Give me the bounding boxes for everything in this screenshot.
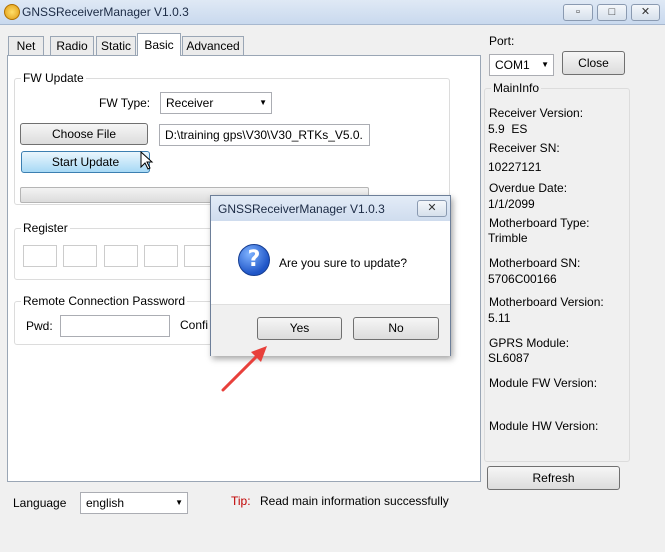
tip-message: Read main information successfully [260, 494, 449, 508]
red-arrow-annotation [221, 346, 267, 392]
main-info-label: MainInfo [491, 81, 542, 95]
receiver-version-value: 5.9 ES [488, 122, 528, 136]
tab-radio[interactable]: Radio [50, 36, 94, 55]
dialog-close-button[interactable]: ✕ [417, 200, 447, 217]
window-title: GNSSReceiverManager V1.0.3 [22, 5, 189, 19]
yes-button[interactable]: Yes [257, 317, 342, 340]
motherboard-version-value: 5.11 [488, 311, 511, 325]
port-value: COM1 [495, 58, 530, 72]
confirm-dialog: GNSSReceiverManager V1.0.3 ✕ ? Are you s… [210, 195, 451, 356]
mouse-cursor-icon [140, 151, 154, 170]
port-select[interactable]: COM1 ▼ [489, 54, 554, 76]
fw-type-select[interactable]: Receiver ▼ [160, 92, 272, 114]
tip-label: Tip: [231, 494, 251, 508]
overdue-date-label: Overdue Date: [489, 181, 568, 195]
chevron-down-icon: ▼ [175, 498, 183, 507]
gprs-module-label: GPRS Module: [489, 336, 570, 350]
close-window-button[interactable]: ✕ [631, 4, 660, 21]
register-label: Register [21, 221, 70, 235]
remote-password-label: Remote Connection Password [21, 294, 188, 308]
gprs-module-value: SL6087 [488, 351, 530, 365]
overdue-date-value: 1/1/2099 [488, 197, 535, 211]
dialog-message: Are you sure to update? [279, 256, 408, 270]
tab-advanced[interactable]: Advanced [182, 36, 244, 55]
tab-static[interactable]: Static [96, 36, 136, 55]
module-fw-version-label: Module FW Version: [489, 376, 598, 390]
choose-file-button[interactable]: Choose File [20, 123, 148, 145]
no-button[interactable]: No [353, 317, 439, 340]
motherboard-type-label: Motherboard Type: [489, 216, 590, 230]
tab-basic[interactable]: Basic [137, 33, 181, 56]
minimize-button[interactable]: ▫ [563, 4, 593, 21]
close-port-button[interactable]: Close [562, 51, 625, 75]
chevron-down-icon: ▼ [541, 60, 549, 69]
question-icon: ? [238, 244, 270, 276]
start-update-button[interactable]: Start Update [21, 151, 150, 173]
tab-net[interactable]: Net [8, 36, 44, 55]
dialog-title: GNSSReceiverManager V1.0.3 [218, 202, 385, 216]
port-label: Port: [489, 34, 515, 48]
register-field[interactable] [144, 245, 178, 267]
pwd-label: Pwd: [26, 319, 53, 333]
chevron-down-icon: ▼ [259, 98, 267, 107]
motherboard-sn-value: 5706C00166 [488, 272, 557, 286]
file-path-field[interactable]: D:\training gps\V30\V30_RTKs_V5.0. [159, 124, 370, 146]
maximize-button[interactable]: □ [597, 4, 627, 21]
fw-update-label: FW Update [21, 71, 86, 85]
fw-type-value: Receiver [166, 96, 214, 110]
app-gear-icon [4, 4, 20, 20]
motherboard-sn-label: Motherboard SN: [489, 256, 581, 270]
receiver-sn-value: 10227121 [488, 160, 542, 174]
motherboard-type-value: Trimble [488, 231, 528, 245]
register-field[interactable] [23, 245, 57, 267]
fw-type-label: FW Type: [99, 96, 151, 110]
pwd-input[interactable] [60, 315, 170, 337]
receiver-version-label: Receiver Version: [489, 106, 584, 120]
language-value: english [86, 496, 125, 510]
register-field[interactable] [104, 245, 138, 267]
confirm-label: Confi [180, 318, 209, 332]
module-hw-version-label: Module HW Version: [489, 419, 599, 433]
language-label: Language [13, 496, 67, 510]
language-select[interactable]: english ▼ [80, 492, 188, 514]
receiver-sn-label: Receiver SN: [489, 141, 560, 155]
refresh-button[interactable]: Refresh [487, 466, 620, 490]
register-field[interactable] [63, 245, 97, 267]
motherboard-version-label: Motherboard Version: [489, 295, 604, 309]
